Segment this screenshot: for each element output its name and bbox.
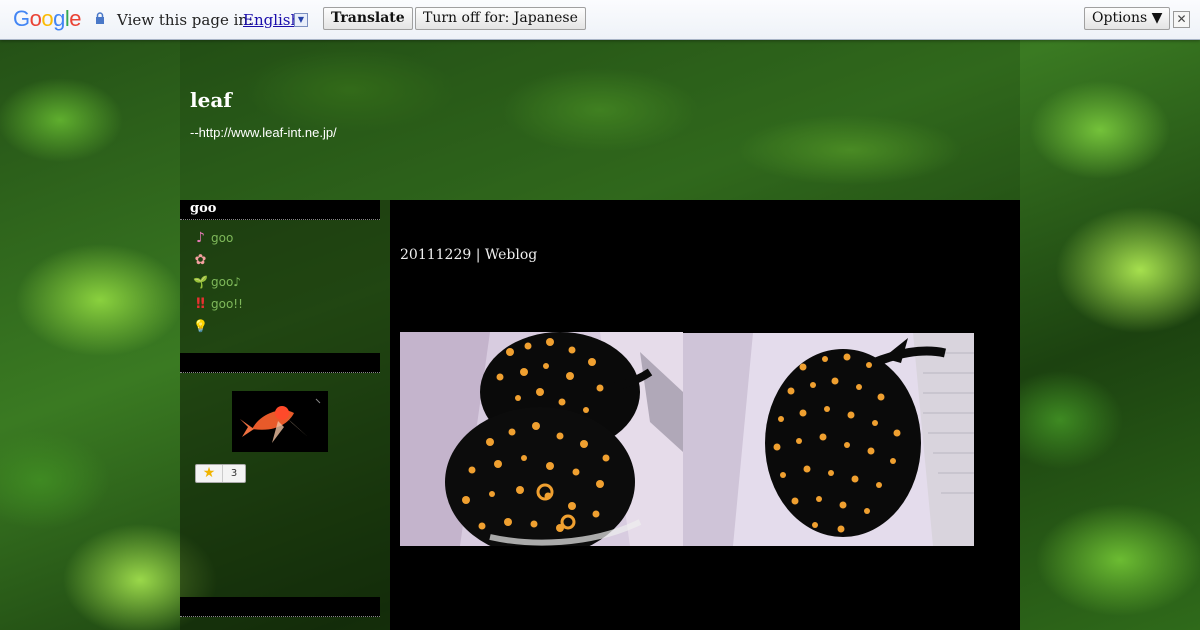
music-note-icon: ♪ [196, 229, 205, 246]
sidebar-item-label: goo!! [211, 297, 243, 311]
sidebar-item-label: goo [211, 231, 234, 245]
turn-off-button[interactable]: Turn off for: Japanese [415, 7, 586, 30]
stingray-photo-1[interactable] [400, 332, 683, 546]
view-page-label: View this page in: [117, 11, 254, 29]
sidebar-section-title-2 [180, 353, 380, 373]
sidebar-item-goo-note[interactable]: 🌱 goo♪ [192, 271, 243, 293]
chevron-down-icon[interactable]: ▼ [294, 13, 308, 27]
language-select-link[interactable]: English [243, 11, 300, 29]
post-date-category[interactable]: 20111229 | Weblog [400, 247, 537, 263]
google-translate-bar: Google View this page in: English ▼ Tran… [0, 0, 1200, 40]
sidebar-item-flower[interactable]: ✿ [192, 249, 243, 271]
close-icon[interactable]: ✕ [1173, 11, 1190, 28]
sidebar-section-title-3 [180, 597, 380, 617]
star-count: 3 [230, 468, 238, 479]
site-title[interactable]: leaf [190, 88, 232, 112]
star-rating-widget[interactable]: ★ 3 [195, 464, 246, 483]
google-logo: Google [13, 6, 82, 31]
options-button[interactable]: Options ▼ [1084, 7, 1171, 30]
fish-icon [232, 391, 328, 452]
double-exclamation-icon: ‼ [196, 295, 205, 312]
site-subtitle: --http://www.leaf-int.ne.jp/ [190, 125, 337, 140]
sidebar-item-goo[interactable]: ♪ goo [192, 227, 243, 249]
stingray-photo-2[interactable] [683, 333, 974, 546]
sidebar-item-goo-exclaim[interactable]: ‼ goo!! [192, 293, 243, 315]
sidebar: goo ♪ goo ✿ 🌱 goo♪ ‼ goo!! 💡 ★ 3 [180, 200, 390, 630]
lock-icon [96, 12, 104, 24]
blog-header: leaf --http://www.leaf-int.ne.jp/ [180, 40, 1020, 200]
main-content: 20111229 | Weblog [390, 200, 1020, 630]
flower-icon: ✿ [194, 251, 207, 268]
sidebar-section-title: goo [180, 200, 380, 220]
arowana-image[interactable] [232, 391, 328, 452]
sprout-icon: 🌱 [193, 274, 208, 289]
sidebar-item-bulb[interactable]: 💡 [192, 315, 243, 337]
sidebar-item-label: goo♪ [211, 275, 241, 289]
translate-button[interactable]: Translate [323, 7, 413, 30]
star-icon: ★ [196, 465, 223, 482]
lightbulb-icon: 💡 [193, 318, 208, 333]
sidebar-link-list: ♪ goo ✿ 🌱 goo♪ ‼ goo!! 💡 [192, 227, 243, 337]
